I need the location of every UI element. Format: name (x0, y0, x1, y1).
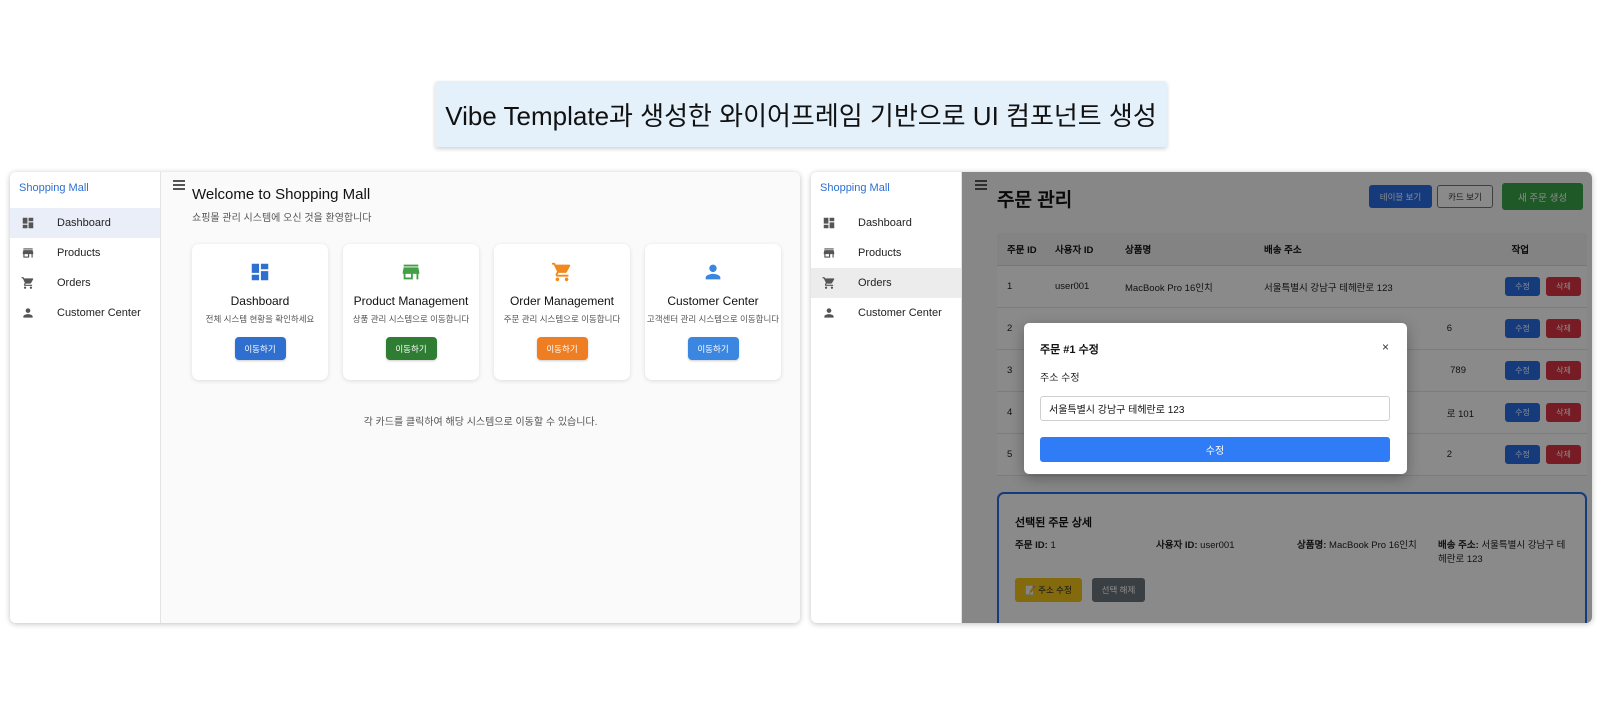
card-description: 고객센터 관리 시스템으로 이동합니다 (646, 314, 780, 324)
card-description: 상품 관리 시스템으로 이동합니다 (352, 314, 470, 324)
sidebar-item-dashboard[interactable]: Dashboard (10, 208, 160, 238)
dashboard-icon (822, 216, 836, 230)
sidebar-item-customer-center[interactable]: Customer Center (10, 298, 160, 328)
close-icon[interactable]: × (1382, 340, 1389, 354)
cart-icon (551, 261, 573, 283)
go-button[interactable]: 이동하기 (385, 337, 437, 360)
card-title: Order Management (509, 294, 615, 308)
banner-title: Vibe Template과 생성한 와이어프레임 기반으로 UI 컴포넌트 생… (435, 81, 1167, 147)
card-title: Dashboard (230, 294, 290, 308)
submit-button[interactable]: 수정 (1040, 437, 1390, 462)
card-product-management[interactable]: Product Management 상품 관리 시스템으로 이동합니다 이동하… (343, 244, 479, 380)
dashboard-icon (21, 216, 35, 230)
store-icon (822, 246, 836, 260)
store-icon (21, 246, 35, 260)
sidebar: Shopping Mall Dashboard Products Orders … (10, 172, 161, 623)
sidebar-item-label: Orders (57, 277, 91, 289)
sidebar-item-orders[interactable]: Orders (811, 268, 961, 298)
edit-order-modal: 주문 #1 수정 × 주소 수정 수정 (1024, 323, 1407, 474)
person-icon (702, 261, 724, 283)
sidebar-item-label: Dashboard (57, 217, 111, 229)
card-customer-center[interactable]: Customer Center 고객센터 관리 시스템으로 이동합니다 이동하기 (645, 244, 781, 380)
menu-icon[interactable] (173, 180, 185, 190)
dashboard-icon (249, 261, 271, 283)
page-title: Welcome to Shopping Mall (192, 186, 371, 203)
sidebar-item-dashboard[interactable]: Dashboard (811, 208, 961, 238)
person-icon (21, 306, 35, 320)
person-icon (822, 306, 836, 320)
card-title: Product Management (353, 294, 469, 308)
dashboard-app-window: Shopping Mall Dashboard Products Orders … (10, 172, 800, 623)
brand-link[interactable]: Shopping Mall (811, 172, 961, 208)
orders-app-window: Shopping Mall Dashboard Products Orders … (811, 172, 1592, 623)
sidebar-item-label: Products (57, 247, 101, 259)
card-dashboard[interactable]: Dashboard 전체 시스템 현황을 확인하세요 이동하기 (192, 244, 328, 380)
sidebar-item-products[interactable]: Products (10, 238, 160, 268)
main-content: Welcome to Shopping Mall 쇼핑몰 관리 시스템에 오신 … (161, 172, 800, 623)
sidebar-item-label: Customer Center (57, 307, 141, 319)
go-button[interactable]: 이동하기 (687, 337, 739, 360)
sidebar-item-label: Products (858, 247, 902, 259)
go-button[interactable]: 이동하기 (536, 337, 588, 360)
page-subtitle: 쇼핑몰 관리 시스템에 오신 것을 환영합니다 (192, 213, 372, 224)
sidebar-item-label: Dashboard (858, 217, 912, 229)
cart-icon (822, 276, 836, 290)
sidebar-item-label: Customer Center (858, 307, 942, 319)
modal-title: 주문 #1 수정 (1040, 344, 1099, 356)
brand-link[interactable]: Shopping Mall (10, 172, 160, 208)
sidebar-item-customer-center[interactable]: Customer Center (811, 298, 961, 328)
go-button[interactable]: 이동하기 (234, 337, 286, 360)
address-input[interactable] (1040, 396, 1390, 421)
cart-icon (21, 276, 35, 290)
store-icon (400, 261, 422, 283)
address-label: 주소 수정 (1040, 373, 1080, 384)
sidebar-item-products[interactable]: Products (811, 238, 961, 268)
sidebar-item-label: Orders (858, 277, 892, 289)
footer-note: 각 카드를 클릭하여 해당 시스템으로 이동할 수 있습니다. (363, 417, 598, 428)
card-description: 주문 관리 시스템으로 이동합니다 (503, 314, 621, 324)
sidebar-item-orders[interactable]: Orders (10, 268, 160, 298)
card-order-management[interactable]: Order Management 주문 관리 시스템으로 이동합니다 이동하기 (494, 244, 630, 380)
sidebar: Shopping Mall Dashboard Products Orders … (811, 172, 962, 623)
card-title: Customer Center (667, 294, 759, 308)
card-description: 전체 시스템 현황을 확인하세요 (205, 314, 315, 324)
